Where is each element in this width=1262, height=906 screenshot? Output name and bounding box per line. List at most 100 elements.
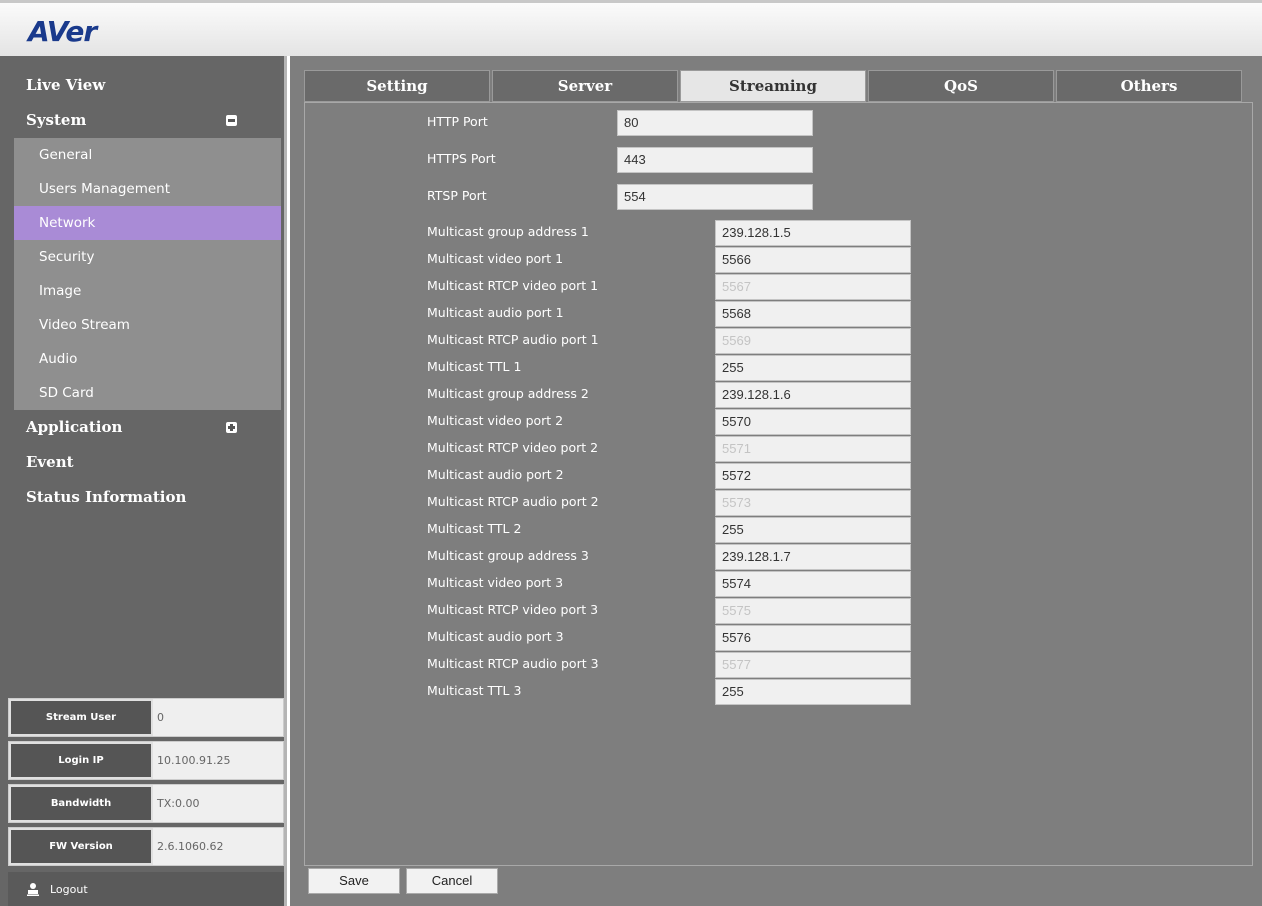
aver-logo: AVer	[28, 15, 97, 48]
form-row: Multicast audio port 2 5572	[427, 463, 927, 489]
multicast-ttl-2-field[interactable]: 255	[715, 517, 911, 543]
form-row: Multicast group address 3 239.128.1.7	[427, 544, 927, 570]
nav-system[interactable]: System	[14, 103, 281, 138]
expand-icon[interactable]	[226, 422, 237, 433]
form-row: Multicast group address 2 239.128.1.6	[427, 382, 927, 408]
rtsp-port-field[interactable]: 554	[617, 184, 813, 210]
sidebar-item-sd-card[interactable]: SD Card	[14, 376, 281, 410]
info-label: Login IP	[9, 742, 153, 779]
info-label: Bandwidth	[9, 785, 153, 822]
multicast-ttl-1-field[interactable]: 255	[715, 355, 911, 381]
form-row: Multicast RTCP audio port 3 5577	[427, 652, 927, 678]
nav-status-information[interactable]: Status Information	[14, 480, 281, 515]
form-row: Multicast RTCP video port 3 5575	[427, 598, 927, 624]
multicast-audio-port-1-field[interactable]: 5568	[715, 301, 911, 327]
multicast-group-address-3-field[interactable]: 239.128.1.7	[715, 544, 911, 570]
https-port-field[interactable]: 443	[617, 147, 813, 173]
multicast-label: Multicast RTCP video port 2	[427, 440, 599, 455]
multicast-label: Multicast RTCP audio port 3	[427, 656, 599, 671]
status-info-box: Stream User 0 Login IP 10.100.91.25 Band…	[8, 698, 284, 870]
info-value: 0	[153, 699, 283, 736]
streaming-panel: HTTP Port 80 HTTPS Port 443 RTSP Port 55…	[304, 102, 1253, 866]
nav-event[interactable]: Event	[14, 445, 281, 480]
sidebar-item-video-stream[interactable]: Video Stream	[14, 308, 281, 342]
info-row-login-ip: Login IP 10.100.91.25	[8, 741, 284, 780]
system-submenu: General Users Management Network Securit…	[14, 138, 281, 410]
multicast-label: Multicast RTCP video port 1	[427, 278, 599, 293]
multicast-label: Multicast group address 2	[427, 386, 589, 401]
multicast-ttl-3-field[interactable]: 255	[715, 679, 911, 705]
nav-live-view[interactable]: Live View	[14, 68, 281, 103]
multicast-group-address-2-field[interactable]: 239.128.1.6	[715, 382, 911, 408]
form-row: Multicast video port 3 5574	[427, 571, 927, 597]
form-row: Multicast RTCP audio port 2 5573	[427, 490, 927, 516]
form-row: Multicast audio port 3 5576	[427, 625, 927, 651]
multicast-label: Multicast video port 2	[427, 413, 564, 428]
sidebar-item-security[interactable]: Security	[14, 240, 281, 274]
sidebar: Live View System General Users Managemen…	[0, 56, 287, 906]
form-row: Multicast RTCP video port 1 5567	[427, 274, 927, 300]
main-content: Setting Server Streaming QoS Others HTTP…	[290, 56, 1262, 906]
multicast-group-address-1-field[interactable]: 239.128.1.5	[715, 220, 911, 246]
form-row: Multicast video port 2 5570	[427, 409, 927, 435]
form-row: Multicast RTCP video port 2 5571	[427, 436, 927, 462]
multicast-label: Multicast group address 3	[427, 548, 589, 563]
multicast-label: Multicast RTCP audio port 1	[427, 332, 599, 347]
multicast-label: Multicast TTL 2	[427, 521, 522, 536]
tab-setting[interactable]: Setting	[304, 70, 490, 102]
multicast-audio-port-3-field[interactable]: 5576	[715, 625, 911, 651]
multicast-video-port-1-field[interactable]: 5566	[715, 247, 911, 273]
rtsp-port-label: RTSP Port	[427, 188, 487, 203]
multicast-rtcp-video-port-2-field: 5571	[715, 436, 911, 462]
info-row-bandwidth: Bandwidth TX:0.00	[8, 784, 284, 823]
multicast-label: Multicast RTCP video port 3	[427, 602, 599, 617]
multicast-rtcp-audio-port-2-field: 5573	[715, 490, 911, 516]
form-row: Multicast TTL 3 255	[427, 679, 927, 705]
info-value: 10.100.91.25	[153, 742, 283, 779]
save-button[interactable]: Save	[308, 868, 400, 894]
nav-application[interactable]: Application	[14, 410, 281, 445]
collapse-icon[interactable]	[226, 115, 237, 126]
sidebar-item-general[interactable]: General	[14, 138, 281, 172]
multicast-video-port-3-field[interactable]: 5574	[715, 571, 911, 597]
multicast-video-port-2-field[interactable]: 5570	[715, 409, 911, 435]
multicast-label: Multicast audio port 1	[427, 305, 564, 320]
cancel-button[interactable]: Cancel	[406, 868, 498, 894]
multicast-label: Multicast TTL 3	[427, 683, 522, 698]
form-row: Multicast audio port 1 5568	[427, 301, 927, 327]
multicast-label: Multicast video port 1	[427, 251, 564, 266]
form-row: Multicast TTL 2 255	[427, 517, 927, 543]
logout-button[interactable]: Logout	[8, 872, 284, 906]
info-row-stream-user: Stream User 0	[8, 698, 284, 737]
sidebar-item-audio[interactable]: Audio	[14, 342, 281, 376]
header: AVer	[0, 0, 1262, 56]
info-row-fw-version: FW Version 2.6.1060.62	[8, 827, 284, 866]
tab-others[interactable]: Others	[1056, 70, 1242, 102]
tab-server[interactable]: Server	[492, 70, 678, 102]
multicast-rtcp-audio-port-3-field: 5577	[715, 652, 911, 678]
info-value: TX:0.00	[153, 785, 283, 822]
form-row: Multicast video port 1 5566	[427, 247, 927, 273]
tab-bar: Setting Server Streaming QoS Others	[304, 70, 1244, 102]
info-value: 2.6.1060.62	[153, 828, 283, 865]
multicast-label: Multicast TTL 1	[427, 359, 522, 374]
sidebar-item-network[interactable]: Network	[14, 206, 281, 240]
multicast-label: Multicast RTCP audio port 2	[427, 494, 599, 509]
form-row: Multicast TTL 1 255	[427, 355, 927, 381]
nav-application-label: Application	[26, 418, 123, 436]
http-port-field[interactable]: 80	[617, 110, 813, 136]
nav-system-label: System	[26, 111, 87, 129]
tab-streaming[interactable]: Streaming	[680, 70, 866, 102]
multicast-rtcp-audio-port-1-field: 5569	[715, 328, 911, 354]
multicast-label: Multicast audio port 3	[427, 629, 564, 644]
sidebar-item-image[interactable]: Image	[14, 274, 281, 308]
logout-label: Logout	[50, 882, 88, 896]
form-row: HTTP Port 80	[427, 110, 827, 136]
multicast-rtcp-video-port-1-field: 5567	[715, 274, 911, 300]
multicast-audio-port-2-field[interactable]: 5572	[715, 463, 911, 489]
sidebar-item-users-management[interactable]: Users Management	[14, 172, 281, 206]
user-icon	[27, 883, 39, 896]
form-row: RTSP Port 554	[427, 184, 827, 210]
tab-qos[interactable]: QoS	[868, 70, 1054, 102]
multicast-rtcp-video-port-3-field: 5575	[715, 598, 911, 624]
